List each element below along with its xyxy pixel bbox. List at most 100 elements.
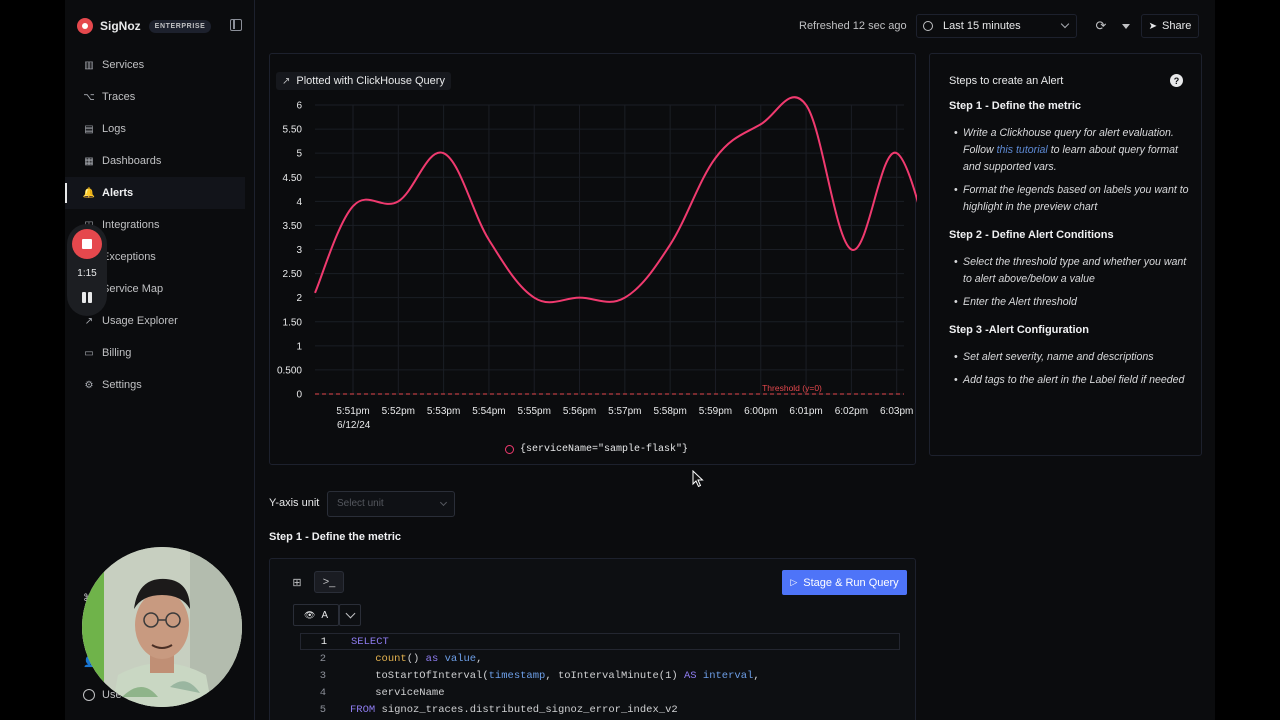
brand[interactable]: SigNoz ENTERPRISE bbox=[77, 16, 212, 36]
sidebar-item-label: Alerts bbox=[102, 187, 134, 199]
step-list: Write a Clickhouse query for alert evalu… bbox=[949, 125, 1201, 216]
sidebar-item-label: Traces bbox=[102, 91, 136, 103]
sidebar-item-services[interactable]: ▥ Services bbox=[65, 49, 255, 81]
time-range-value: Last 15 minutes bbox=[943, 20, 1021, 32]
legend-label: {serviceName="sample-flask"} bbox=[520, 444, 689, 455]
query-name-toggle[interactable]: 👁 A bbox=[293, 604, 339, 626]
x-tick-label: 5:58pm bbox=[653, 406, 686, 417]
code-token: , bbox=[753, 669, 760, 682]
y-axis-unit-select[interactable]: Select unit bbox=[327, 491, 455, 517]
code-line: 4 serviceName bbox=[300, 684, 900, 701]
query-collapse-button[interactable] bbox=[339, 604, 361, 626]
x-tick-label: 5:53pm bbox=[427, 406, 460, 417]
series-line-sample-flask bbox=[314, 96, 917, 304]
sidebar-item-label: Integrations bbox=[102, 219, 160, 231]
tab-clickhouse-query[interactable]: >_ bbox=[314, 571, 344, 593]
code-token: timestamp bbox=[488, 669, 546, 682]
sidebar-item-label: Services bbox=[102, 59, 145, 71]
sidebar-item-label: Billing bbox=[102, 347, 132, 359]
screen-recorder-widget: 1:15 bbox=[67, 224, 107, 316]
tab-query-builder[interactable]: ⊞ bbox=[282, 571, 312, 593]
mouse-cursor-icon bbox=[692, 470, 704, 488]
x-tick-label: 5:55pm bbox=[518, 406, 551, 417]
plotted-with-label: Plotted with ClickHouse Query bbox=[296, 75, 445, 87]
unit-placeholder: Select unit bbox=[337, 498, 384, 509]
step-heading: Step 3 -Alert Configuration bbox=[949, 324, 1089, 336]
steps-title: Steps to create an Alert bbox=[949, 75, 1064, 87]
edition-badge: ENTERPRISE bbox=[148, 19, 212, 33]
x-tick-label: 5:51pm bbox=[336, 406, 369, 417]
step-list: Select the threshold type and whether yo… bbox=[949, 254, 1201, 311]
code-line: 5 FROM signoz_traces.distributed_signoz_e… bbox=[300, 701, 900, 718]
step-text: Add tags to the alert in the Label field… bbox=[963, 374, 1185, 386]
step-item: Set alert severity, name and description… bbox=[954, 349, 1201, 366]
y-tick-label: 4.50 bbox=[283, 173, 303, 184]
bell-icon: 🔔 bbox=[82, 187, 96, 199]
y-tick-label: 5.50 bbox=[283, 125, 303, 136]
line-number: 2 bbox=[319, 652, 326, 665]
sidebar-item-dashboards[interactable]: ▦ Dashboards bbox=[65, 145, 255, 177]
code-line: 2 count() as value, bbox=[300, 650, 900, 667]
sql-code-editor[interactable]: 1 SELECT 2 count() as value, 3 toStartOfInt… bbox=[300, 633, 900, 718]
draft-icon: ⌥ bbox=[83, 91, 95, 103]
help-icon[interactable]: ? bbox=[1170, 74, 1183, 87]
code-token: as bbox=[425, 652, 439, 665]
y-tick-label: 3.50 bbox=[283, 221, 303, 232]
sidebar-item-logs[interactable]: ▤ Logs bbox=[65, 113, 255, 145]
record-stop-button[interactable] bbox=[72, 229, 102, 259]
code-token: serviceName bbox=[350, 686, 445, 699]
step-item: Write a Clickhouse query for alert evalu… bbox=[954, 125, 1201, 176]
query-source-icon: ↗ bbox=[282, 75, 291, 87]
webcam-overlay bbox=[82, 547, 242, 707]
refreshed-status: Refreshed 12 sec ago bbox=[799, 20, 907, 32]
topbar: Refreshed 12 sec ago Last 15 minutes ⟳ ➤… bbox=[255, 0, 1215, 52]
step-item: Select the threshold type and whether yo… bbox=[954, 254, 1201, 288]
share-label: Share bbox=[1162, 20, 1192, 32]
code-token: () bbox=[406, 652, 426, 665]
share-button[interactable]: ➤ Share bbox=[1141, 14, 1199, 38]
alert-preview-chart: 0 0.500 1 1.50 2 2.50 3 3.50 4 4.50 5 5.50 6 5:51pm 5:… bbox=[277, 96, 917, 431]
y-tick-label: 5 bbox=[296, 149, 302, 160]
refresh-button[interactable]: ⟳ bbox=[1089, 14, 1113, 38]
time-range-select[interactable]: Last 15 minutes bbox=[916, 14, 1077, 38]
presenter-avatar bbox=[82, 547, 242, 707]
code-token: , bbox=[476, 652, 483, 665]
y-tick-label: 0.500 bbox=[277, 365, 302, 376]
sidebar-item-settings[interactable]: ⚙ Settings bbox=[65, 369, 255, 401]
code-line: 1 SELECT bbox=[300, 633, 900, 650]
sidebar-item-label: Exceptions bbox=[102, 251, 156, 263]
step-heading: Step 2 - Define Alert Conditions bbox=[949, 229, 1114, 241]
x-tick-label: 5:52pm bbox=[382, 406, 415, 417]
y-axis-unit-label: Y-axis unit bbox=[269, 497, 320, 509]
legend-marker bbox=[505, 445, 514, 454]
step-item: Format the legends based on labels you w… bbox=[954, 182, 1201, 216]
sidebar-item-alerts[interactable]: 🔔 Alerts bbox=[65, 177, 245, 209]
tutorial-link[interactable]: this tutorial bbox=[997, 144, 1048, 156]
line-number: 5 bbox=[319, 703, 326, 716]
user-circle-icon bbox=[83, 689, 95, 701]
line-number: 1 bbox=[320, 635, 327, 648]
line-number: 4 bbox=[319, 686, 326, 699]
y-tick-label: 2 bbox=[296, 293, 302, 304]
code-token: signoz_traces.distributed_signoz_error_i… bbox=[375, 703, 678, 716]
step-text: Format the legends based on labels you w… bbox=[963, 184, 1189, 213]
query-name: A bbox=[321, 609, 329, 621]
send-icon: ➤ bbox=[1148, 20, 1158, 32]
code-token: interval bbox=[702, 669, 754, 682]
query-builder-icon: ⊞ bbox=[292, 576, 302, 589]
stage-run-query-button[interactable]: ▷ Stage & Run Query bbox=[782, 570, 907, 595]
chart-legend[interactable]: {serviceName="sample-flask"} bbox=[505, 444, 688, 455]
sidebar-item-label: Service Map bbox=[102, 283, 164, 295]
code-line: 3 toStartOfInterval(timestamp, toInterva… bbox=[300, 667, 900, 684]
brand-name: SigNoz bbox=[100, 19, 141, 33]
sidebar-item-traces[interactable]: ⌥ Traces bbox=[65, 81, 255, 113]
y-tick-label: 2.50 bbox=[283, 269, 303, 280]
run-label: Stage & Run Query bbox=[803, 576, 899, 589]
sidebar-collapse-icon[interactable] bbox=[230, 19, 242, 31]
pause-icon[interactable] bbox=[82, 292, 92, 303]
sidebar-item-billing[interactable]: ▭ Billing bbox=[65, 337, 255, 369]
sidebar-item-label: Logs bbox=[102, 123, 126, 135]
refresh-interval-dropdown[interactable] bbox=[1117, 14, 1135, 38]
plotted-with-tag: ↗ Plotted with ClickHouse Query bbox=[276, 72, 451, 90]
